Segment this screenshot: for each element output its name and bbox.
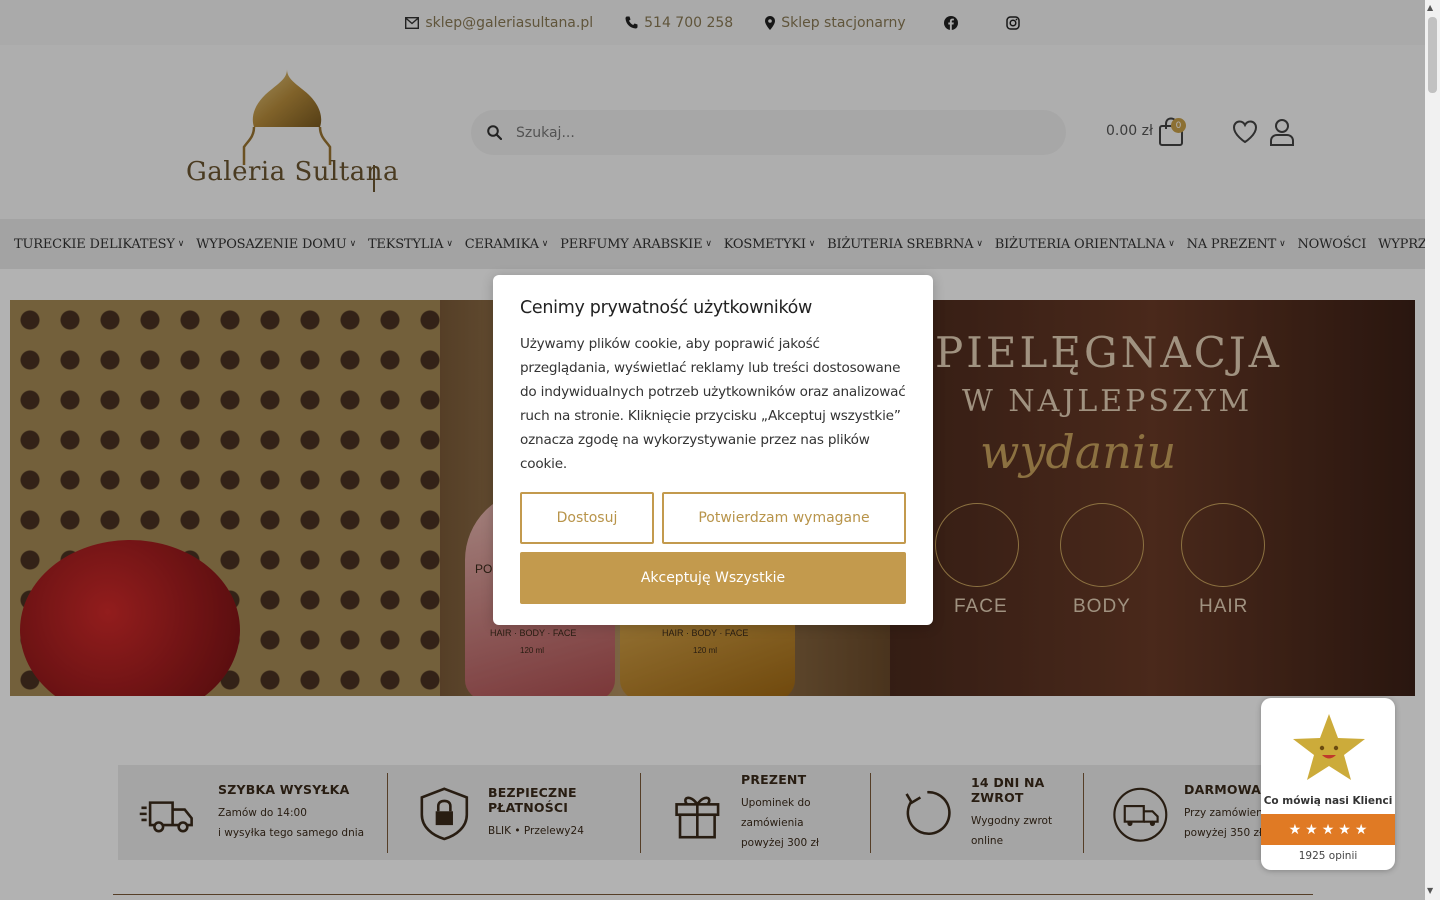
cookie-consent-dialog: Cenimy prywatność użytkowników Używamy p… <box>493 275 933 625</box>
scrollbar-thumb[interactable] <box>1428 17 1437 93</box>
rating-stars: ★ ★ ★ ★ ★ <box>1261 814 1395 845</box>
rating-star-icon: ★ <box>1288 821 1302 838</box>
smiling-star-icon <box>1293 714 1365 780</box>
accept-all-button[interactable]: Akceptuję Wszystkie <box>520 552 906 604</box>
rating-star-icon: ★ <box>1338 821 1351 838</box>
scroll-down-arrow-icon[interactable]: ▼ <box>1427 886 1433 895</box>
rating-star-icon: ★ <box>1305 821 1318 838</box>
page-scrollbar[interactable] <box>1425 0 1440 900</box>
customize-button[interactable]: Dostosuj <box>520 492 654 544</box>
cookie-body: Używamy plików cookie, aby poprawić jako… <box>520 336 906 472</box>
reviews-count: 1925 opinii <box>1298 850 1358 862</box>
cookie-button-row: Dostosuj Potwierdzam wymagane <box>520 492 906 544</box>
reviews-title: Co mówią nasi Klienci <box>1263 795 1393 807</box>
cookie-title: Cenimy prywatność użytkowników <box>520 298 813 318</box>
confirm-required-button[interactable]: Potwierdzam wymagane <box>662 492 906 544</box>
rating-star-icon: ★ <box>1354 821 1368 838</box>
scroll-up-arrow-icon[interactable]: ▲ <box>1427 3 1433 12</box>
rating-star-icon: ★ <box>1321 821 1335 838</box>
reviews-widget[interactable]: Co mówią nasi Klienci ★ ★ ★ ★ ★ 1925 opinii <box>1261 698 1395 870</box>
